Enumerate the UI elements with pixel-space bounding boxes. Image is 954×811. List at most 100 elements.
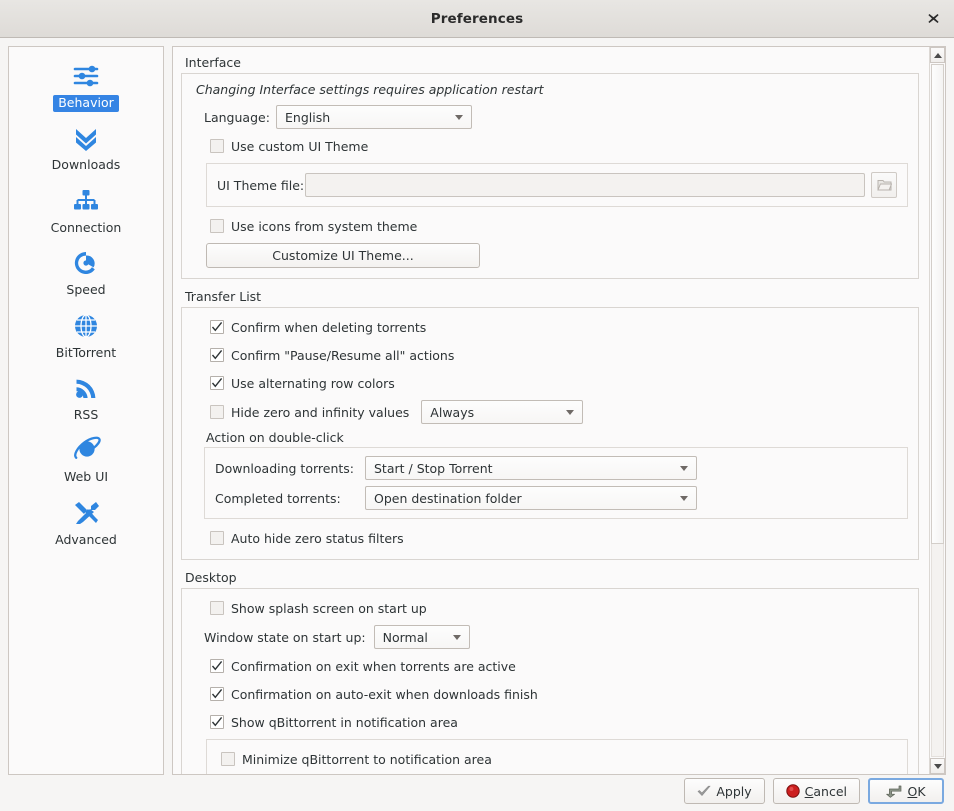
cancel-button[interactable]: Cancel (773, 778, 860, 804)
check-icon (211, 321, 223, 333)
hide-zero-select[interactable]: Always (421, 400, 583, 424)
hide-zero-checkbox[interactable]: Hide zero and infinity values (210, 405, 409, 420)
auto-hide-filters-checkbox[interactable]: Auto hide zero status filters (210, 531, 404, 546)
planet-icon (69, 433, 103, 467)
language-row: Language: English (192, 105, 908, 129)
use-custom-theme-checkbox[interactable]: Use custom UI Theme (210, 139, 368, 154)
sidebar: Behavior Downloads (8, 46, 164, 775)
sidebar-item-connection[interactable]: Connection (9, 180, 163, 242)
check-icon (211, 688, 223, 700)
scrollbar-thumb[interactable] (931, 64, 944, 544)
vertical-scrollbar[interactable] (929, 47, 945, 774)
confirm-delete-checkbox[interactable]: Confirm when deleting torrents (210, 320, 426, 335)
sidebar-item-downloads[interactable]: Downloads (9, 117, 163, 179)
checkbox-box (210, 139, 224, 153)
window-state-select[interactable]: Normal (374, 625, 470, 649)
stop-circle-glyph (786, 784, 800, 798)
sidebar-item-web-ui[interactable]: Web UI (9, 429, 163, 491)
downloading-action-select[interactable]: Start / Stop Torrent (365, 456, 697, 480)
downloading-action-value: Start / Stop Torrent (374, 461, 670, 476)
checkbox-box (221, 752, 235, 766)
close-icon[interactable] (920, 6, 946, 30)
splash-screen-row: Show splash screen on start up (192, 597, 908, 619)
theme-file-label: UI Theme file: (217, 178, 305, 193)
scroll-down-button[interactable] (930, 758, 945, 774)
sliders-icon (69, 59, 103, 93)
sidebar-item-label: Behavior (53, 95, 119, 112)
sidebar-item-label: Web UI (59, 469, 113, 486)
hide-zero-row: Hide zero and infinity values Always (192, 400, 908, 424)
checkbox-box (210, 348, 224, 362)
confirm-exit-row: Confirmation on exit when torrents are a… (192, 655, 908, 677)
settings-pane: Interface Changing Interface settings re… (172, 46, 946, 775)
completed-action-select[interactable]: Open destination folder (365, 486, 697, 510)
group-desktop: Desktop Show splash screen on start up W… (181, 570, 919, 774)
confirm-pause-checkbox[interactable]: Confirm "Pause/Resume all" actions (210, 348, 454, 363)
scrollbar-track[interactable] (931, 544, 944, 757)
ok-accel: O (907, 784, 917, 799)
show-tray-checkbox[interactable]: Show qBittorrent in notification area (210, 715, 458, 730)
theme-file-input[interactable] (305, 173, 865, 197)
enter-arrow-glyph (886, 785, 902, 798)
checkbox-box (210, 531, 224, 545)
sidebar-item-rss[interactable]: RSS (9, 367, 163, 429)
sidebar-item-label: RSS (69, 407, 104, 424)
group-interface: Interface Changing Interface settings re… (181, 55, 919, 279)
preferences-dialog: Preferences (0, 0, 954, 811)
alternating-rows-checkbox[interactable]: Use alternating row colors (210, 376, 395, 391)
show-tray-row: Show qBittorrent in notification area (192, 711, 908, 733)
completed-action-row: Completed torrents: Open destination fol… (215, 486, 897, 510)
chevron-down-icon (566, 410, 574, 415)
group-transfer-list: Transfer List Confirm when deleting torr… (181, 289, 919, 560)
check-icon (211, 377, 223, 389)
use-system-icons-checkbox[interactable]: Use icons from system theme (210, 219, 417, 234)
globe-icon (69, 309, 103, 343)
language-select[interactable]: English (276, 105, 472, 129)
completed-action-label: Completed torrents: (215, 491, 365, 506)
apply-button[interactable]: Apply (684, 778, 764, 804)
subgroup-title-double-click: Action on double-click (204, 430, 908, 445)
ok-rest: K (917, 784, 925, 799)
folder-glyph (877, 178, 892, 192)
confirm-exit-label: Confirmation on exit when torrents are a… (231, 659, 516, 674)
close-glyph (927, 12, 940, 25)
auto-hide-filters-row: Auto hide zero status filters (192, 527, 908, 549)
chevron-down-icon (680, 496, 688, 501)
confirm-delete-label: Confirm when deleting torrents (231, 320, 426, 335)
sidebar-item-label: BitTorrent (51, 345, 121, 362)
downloading-action-row: Downloading torrents: Start / Stop Torre… (215, 456, 897, 480)
ok-button-label: OK (907, 784, 925, 799)
use-custom-theme-label: Use custom UI Theme (231, 139, 368, 154)
group-title-desktop: Desktop (181, 570, 919, 588)
completed-action-value: Open destination folder (374, 491, 670, 506)
sidebar-item-advanced[interactable]: Advanced (9, 492, 163, 554)
triangle-up-icon (934, 53, 942, 58)
folder-open-icon[interactable] (871, 172, 897, 198)
minimize-tray-row: Minimize qBittorrent to notification are… (217, 748, 897, 770)
ok-button[interactable]: OK (868, 778, 944, 804)
subgroup-double-click: Action on double-click Downloading torre… (204, 430, 908, 519)
double-chevron-down-icon (69, 121, 103, 155)
scroll-up-button[interactable] (930, 47, 945, 63)
hide-zero-value: Always (430, 405, 556, 420)
sidebar-item-behavior[interactable]: Behavior (9, 55, 163, 117)
dialog-body: Behavior Downloads (0, 38, 954, 775)
language-value: English (285, 110, 445, 125)
minimize-tray-checkbox[interactable]: Minimize qBittorrent to notification are… (221, 752, 492, 767)
sidebar-item-bittorrent[interactable]: BitTorrent (9, 305, 163, 367)
sidebar-item-speed[interactable]: Speed (9, 242, 163, 304)
customize-ui-theme-button[interactable]: Customize UI Theme... (206, 243, 480, 268)
chevron-down-icon (453, 635, 461, 640)
confirm-delete-row: Confirm when deleting torrents (192, 316, 908, 338)
confirm-autoexit-row: Confirmation on auto-exit when downloads… (192, 683, 908, 705)
splash-screen-checkbox[interactable]: Show splash screen on start up (210, 601, 427, 616)
sidebar-item-label: Speed (61, 282, 110, 299)
language-label: Language: (204, 110, 276, 125)
confirm-autoexit-checkbox[interactable]: Confirmation on auto-exit when downloads… (210, 687, 538, 702)
use-system-icons-label: Use icons from system theme (231, 219, 417, 234)
window-state-label: Window state on start up: (204, 630, 366, 645)
auto-hide-filters-label: Auto hide zero status filters (231, 531, 404, 546)
checkbox-box (210, 659, 224, 673)
confirm-exit-checkbox[interactable]: Confirmation on exit when torrents are a… (210, 659, 516, 674)
customize-theme-row: Customize UI Theme... (192, 243, 908, 268)
